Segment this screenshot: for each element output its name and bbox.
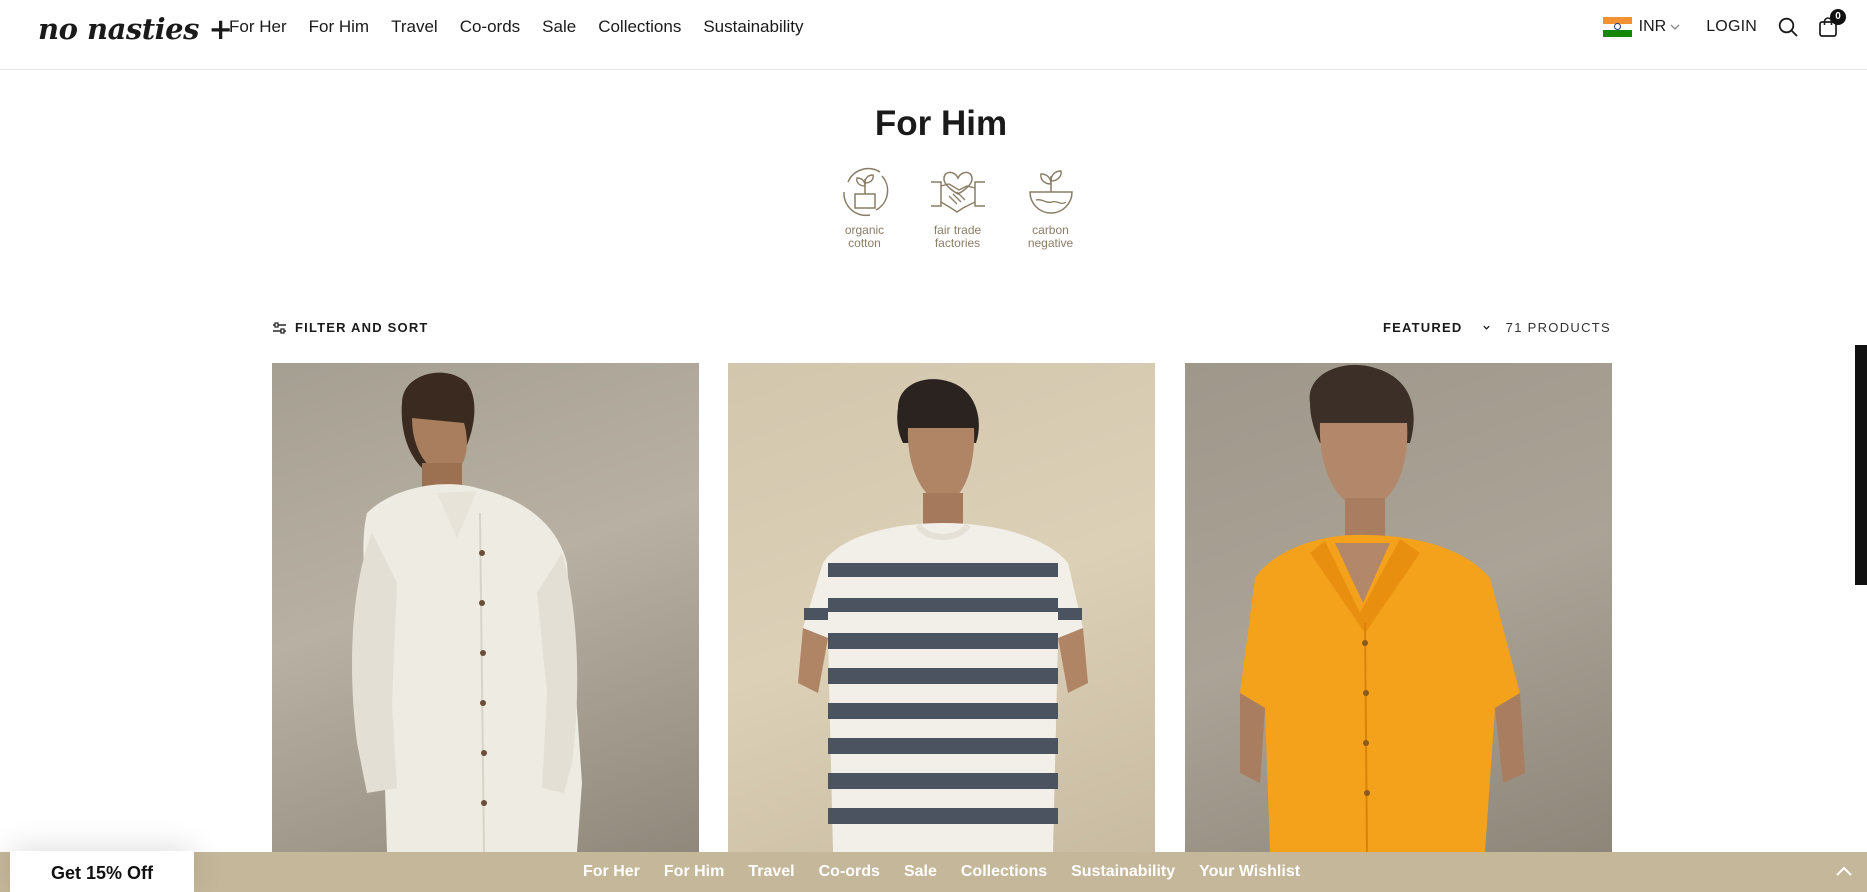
nav-for-him[interactable]: For Him [309,17,369,37]
page-title: For Him [874,104,1008,143]
product-image [352,372,582,852]
nav-collections[interactable]: Collections [598,17,681,37]
nav-sale[interactable]: Sale [542,17,576,37]
bottom-nav: For Her For Him Travel Co-ords Sale Coll… [583,852,1324,892]
product-count: 71 PRODUCTS [1505,320,1611,335]
brand-logo[interactable]: no nasties + [38,12,233,46]
nav-for-her[interactable]: For Her [229,17,287,37]
plant-pot-icon [842,167,888,217]
chevron-down-icon [1483,325,1491,330]
badge-label: carbon negative [1027,223,1074,250]
main-nav: For Her For Him Travel Co-ords Sale Coll… [229,17,826,37]
bottom-nav-collections[interactable]: Collections [961,863,1047,881]
badge-label: organic cotton [844,223,885,250]
badge-carbon-negative: carbon negative [1004,162,1097,250]
currency-selector[interactable]: INR [1639,18,1667,36]
badge-label: fair trade factories [933,223,982,250]
header-tools: INR LOGIN 0 [1602,9,1846,38]
product-image [798,379,1088,852]
bottom-nav-for-her[interactable]: For Her [583,863,640,881]
product-image [1240,364,1525,852]
product-card-striped-tee[interactable] [728,363,1155,852]
sliders-icon [273,321,286,334]
earth-sprout-icon [1028,170,1073,214]
nav-co-ords[interactable]: Co-ords [460,17,520,37]
india-flag-icon[interactable] [1602,17,1632,38]
search-icon[interactable] [1777,16,1799,38]
handshake-heart-icon [930,171,985,213]
bottom-nav-sale[interactable]: Sale [904,863,937,881]
badge-organic-cotton: organic cotton [818,162,911,250]
site-header: no nasties + For Her For Him Travel Co-o… [0,0,1867,70]
bottom-nav-travel[interactable]: Travel [748,863,794,881]
nav-sustainability[interactable]: Sustainability [703,17,803,37]
bottom-nav-wishlist[interactable]: Your Wishlist [1199,863,1300,881]
login-link[interactable]: LOGIN [1706,18,1757,36]
side-feedback-tab[interactable] [1855,345,1867,585]
cart-button[interactable]: 0 [1817,9,1846,38]
bottom-nav-bar: For Her For Him Travel Co-ords Sale Coll… [0,852,1867,892]
product-card-orange-shirt[interactable] [1185,363,1612,852]
chevron-down-icon[interactable] [1670,22,1680,32]
sort-dropdown[interactable]: FEATURED [1383,320,1491,335]
chevron-up-icon[interactable] [1835,864,1853,878]
cart-count-badge: 0 [1830,9,1846,25]
discount-popup-button[interactable]: Get 15% Off [10,851,194,892]
bottom-nav-co-ords[interactable]: Co-ords [819,863,880,881]
bottom-nav-for-him[interactable]: For Him [664,863,724,881]
nav-travel[interactable]: Travel [391,17,438,37]
sort-value: FEATURED [1383,320,1463,335]
filter-label: FILTER AND SORT [295,320,429,335]
badge-fair-trade: fair trade factories [911,162,1004,250]
product-card-white-shirt[interactable] [272,363,699,852]
bottom-nav-sustainability[interactable]: Sustainability [1071,863,1175,881]
filter-and-sort-button[interactable]: FILTER AND SORT [272,320,429,335]
sustainability-badges: organic cotton fair trade factories carb… [818,162,1097,250]
